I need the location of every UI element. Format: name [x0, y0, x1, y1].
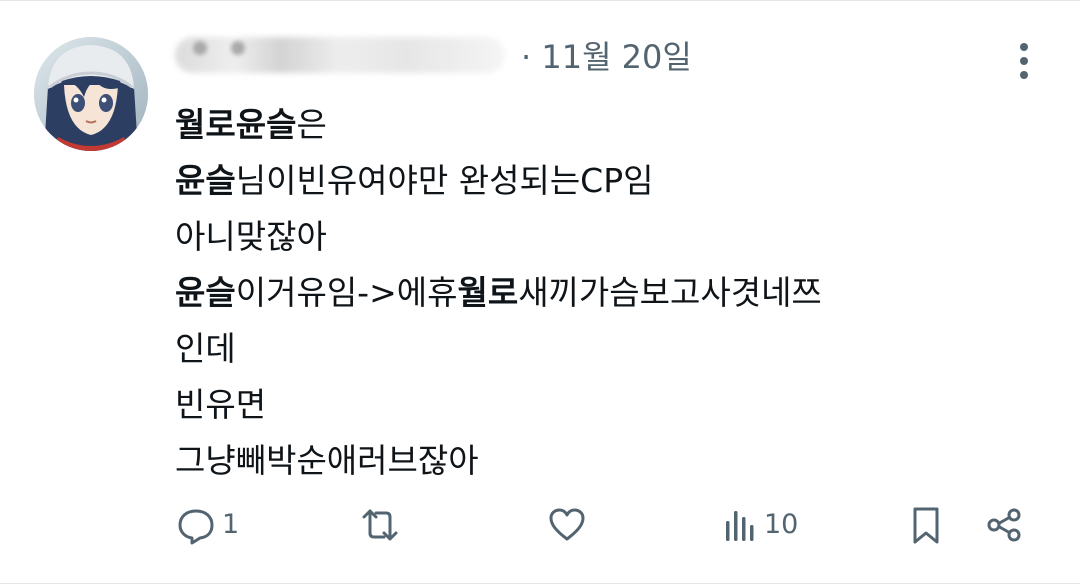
heart-icon — [549, 508, 585, 541]
bold-text: 월로 — [457, 273, 519, 312]
redaction-blur — [231, 41, 245, 55]
author-name-redacted[interactable] — [175, 37, 505, 73]
share-button[interactable] — [984, 497, 1024, 553]
like-button[interactable] — [547, 497, 593, 553]
author-avatar[interactable] — [34, 37, 148, 151]
reply-button[interactable]: 1 — [176, 497, 239, 553]
post-line: 인데 — [175, 329, 236, 368]
post-line: 윤슬님이빈유여야만 완성되는CP임 — [175, 153, 1035, 209]
text-span: 님이빈유여야만 완성되는CP임 — [235, 161, 654, 200]
vertical-dots-icon — [1020, 57, 1028, 65]
post-line: 빈유면 — [175, 385, 267, 424]
repost-button[interactable] — [358, 497, 408, 553]
repost-arrows-icon — [362, 509, 398, 541]
views-count: 10 — [764, 509, 799, 540]
post-line: 윤슬이거유임->에휴월로새끼가슴보고사겻네쯔 — [175, 265, 1035, 321]
vertical-dots-icon — [1020, 43, 1028, 51]
vertical-dots-icon — [1020, 71, 1028, 79]
speech-bubble-icon — [178, 509, 214, 545]
post-date[interactable]: · 11월 20일 — [521, 37, 692, 77]
text-span: 새끼가슴보고사겻네쯔 — [518, 273, 822, 312]
text-span: 이거유임->에휴 — [235, 273, 458, 312]
redaction-blur — [193, 41, 207, 55]
views-button[interactable]: 10 — [722, 497, 798, 553]
bookmark-icon — [913, 507, 939, 544]
avatar-illustration — [34, 37, 148, 151]
post-line: 그냥빼박순애러브잖아 — [175, 441, 479, 480]
post-line: 월로윤슬은 — [175, 97, 1035, 153]
post-line: 아니맞잖아 — [175, 217, 327, 256]
post-text: 월로윤슬은 윤슬님이빈유여야만 완성되는CP임 아니맞잖아 윤슬이거유임->에휴… — [175, 97, 1035, 489]
share-nodes-icon — [987, 508, 1021, 542]
action-bar: 1 10 — [0, 497, 1080, 553]
bar-chart-icon — [726, 511, 754, 541]
bookmark-button[interactable] — [908, 497, 944, 553]
text-span: 은 — [296, 105, 327, 144]
bold-text: 월로윤슬 — [175, 105, 297, 144]
bold-text: 윤슬 — [175, 273, 236, 312]
bold-text: 윤슬 — [175, 161, 236, 200]
reply-count: 1 — [222, 509, 240, 540]
more-options-button[interactable] — [1012, 41, 1036, 81]
post-card: · 11월 20일 월로윤슬은 윤슬님이빈유여야만 완성되는CP임 아니맞잖아 … — [0, 0, 1080, 584]
post-header: · 11월 20일 — [175, 31, 1035, 87]
